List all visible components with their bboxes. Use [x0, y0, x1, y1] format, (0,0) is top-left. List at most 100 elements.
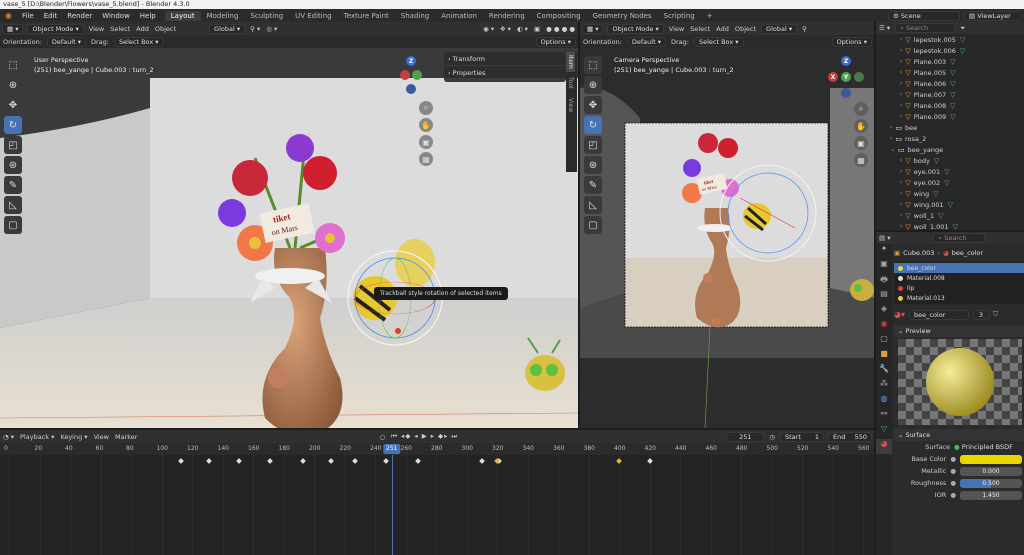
outliner-item[interactable]: › ▽ wing.001 ▽ [876, 199, 1024, 210]
right-nav-gizmo[interactable]: Z X Y [828, 56, 864, 100]
shading-modes-icon[interactable]: ● ● ● ● [546, 25, 575, 33]
orientation-dropdown[interactable]: Default ▾ [46, 36, 86, 47]
menu-view[interactable]: View [89, 25, 104, 33]
modifier-tab-icon[interactable]: 🔧 [876, 364, 892, 379]
menu-select[interactable]: Select [110, 25, 130, 33]
start-frame-field[interactable]: Start 1 [780, 431, 824, 442]
expand-chevron-icon[interactable]: › [900, 58, 902, 65]
expand-chevron-icon[interactable]: › [900, 168, 902, 175]
keyframe[interactable] [414, 458, 421, 464]
blender-logo-icon[interactable]: ◉ [0, 11, 17, 20]
menu-render[interactable]: Render [62, 12, 97, 20]
menu-timeline-view[interactable]: View [94, 433, 109, 441]
keyframe[interactable] [266, 458, 273, 464]
menu-file[interactable]: File [17, 12, 39, 20]
gizmo-x-axis[interactable] [400, 70, 410, 80]
properties-type-icon[interactable]: ▤ ▾ [879, 234, 890, 242]
tab-layout[interactable]: Layout [164, 10, 201, 21]
render-tab-icon[interactable]: ▣ [876, 259, 892, 274]
rotate-tool-icon[interactable]: ↻ [4, 116, 22, 134]
menu-object[interactable]: Object [155, 25, 176, 33]
view-layer-tab-icon[interactable]: ▤ [876, 289, 892, 304]
right-drag-dropdown[interactable]: Select Box ▾ [693, 36, 744, 47]
record-icon[interactable]: ○ [379, 433, 385, 441]
clock-icon[interactable]: ◷ [769, 433, 775, 441]
right-measure-tool-icon[interactable]: ◺ [584, 196, 602, 214]
menu-help[interactable]: Help [135, 12, 161, 20]
outliner-item[interactable]: › ▽ lepestok.006 ▽ [876, 45, 1024, 56]
outliner-item[interactable]: › ▽ woll_1.001 ▽ [876, 221, 1024, 231]
playhead-marker[interactable]: 251 [383, 444, 401, 454]
keyframe[interactable] [478, 458, 485, 464]
transform-tool-icon[interactable]: ⊛ [4, 156, 22, 174]
tab-sculpting[interactable]: Sculpting [244, 11, 289, 21]
pan-hand-icon[interactable]: ✋ [419, 118, 433, 132]
scale-tool-icon[interactable]: ◰ [4, 136, 22, 154]
right-gizmo-x-axis[interactable]: X [828, 72, 838, 82]
constraints-tab-icon[interactable]: ⚯ [876, 409, 892, 424]
right-gizmo-neg-y[interactable] [854, 72, 864, 82]
properties-search[interactable]: ⌕ Search [933, 233, 986, 243]
material-slot[interactable]: Material.008 [894, 273, 1024, 283]
object-tab-icon[interactable]: ■ [876, 349, 892, 364]
scene-tab-icon[interactable]: ◈ [876, 304, 892, 319]
right-menu-view[interactable]: View [669, 25, 684, 33]
outliner-search[interactable]: ⌕ Search [895, 23, 956, 33]
right-add-cube-tool-icon[interactable]: ▢ [584, 216, 602, 234]
end-frame-field[interactable]: End 550 [828, 431, 872, 442]
material-tab-icon[interactable]: ◕ [876, 439, 892, 454]
keyframe[interactable] [646, 458, 653, 464]
visibility-icon[interactable]: ◉ ▾ [483, 25, 494, 33]
preview-panel-header[interactable]: ⌄ Preview [894, 325, 1024, 337]
surface-shader-field[interactable]: ● Principled BSDF [954, 443, 1022, 451]
tab-animation[interactable]: Animation [435, 11, 483, 21]
ior-field[interactable]: 1.450 [960, 490, 1022, 500]
panel-transform[interactable]: › Transform [444, 52, 566, 66]
keyframe[interactable] [327, 458, 334, 464]
collection-tab-icon[interactable]: ▢ [876, 334, 892, 349]
outliner-item[interactable]: › ▽ Plane.007 ▽ [876, 89, 1024, 100]
right-ortho-grid-icon[interactable]: ▦ [854, 153, 868, 167]
outliner-item[interactable]: ⌄ ▭ bee_yange [876, 144, 1024, 155]
right-rotate-tool-icon[interactable]: ↻ [584, 116, 602, 134]
options-button[interactable]: Options ▾ [535, 36, 576, 47]
overlay-icon[interactable]: ◐ ▾ [517, 25, 528, 33]
right-menu-select[interactable]: Select [690, 25, 710, 33]
right-cursor-tool-icon[interactable]: ⊕ [584, 76, 602, 94]
zoom-icon[interactable]: ⌕ [419, 101, 433, 115]
tab-modeling[interactable]: Modeling [201, 11, 245, 21]
add-cube-tool-icon[interactable]: ▢ [4, 216, 22, 234]
camera-view-icon[interactable]: ▣ [419, 135, 433, 149]
right-camera-view-icon[interactable]: ▣ [854, 136, 868, 150]
expand-chevron-icon[interactable]: › [900, 190, 902, 197]
expand-chevron-icon[interactable]: › [900, 212, 902, 219]
outliner-item[interactable]: › ▽ Plane.006 ▽ [876, 78, 1024, 89]
right-transform-tool-icon[interactable]: ⊛ [584, 156, 602, 174]
right-pan-hand-icon[interactable]: ✋ [854, 119, 868, 133]
right-move-tool-icon[interactable]: ✥ [584, 96, 602, 114]
expand-chevron-icon[interactable]: › [900, 91, 902, 98]
add-workspace-button[interactable]: + [701, 11, 719, 21]
physics-tab-icon[interactable]: ◍ [876, 394, 892, 409]
timeline-track-area[interactable] [0, 455, 874, 555]
sidebar-tab-item[interactable]: Item [566, 52, 575, 72]
select-box-tool-icon[interactable]: ⬚ [4, 56, 22, 74]
right-select-tool-icon[interactable]: ⬚ [584, 56, 602, 74]
expand-chevron-icon[interactable]: › [900, 113, 902, 120]
keyframe[interactable] [616, 458, 622, 464]
data-tab-icon[interactable]: ▽ [876, 424, 892, 439]
right-gizmo-z-axis[interactable]: Z [841, 56, 851, 66]
nav-gizmo[interactable]: Z [400, 56, 424, 96]
keyframe[interactable] [352, 458, 359, 464]
outliner-item[interactable]: › ▽ Plane.008 ▽ [876, 100, 1024, 111]
expand-chevron-icon[interactable]: › [900, 102, 902, 109]
expand-chevron-icon[interactable]: › [900, 223, 902, 230]
outliner-item[interactable]: › ▽ eye.001 ▽ [876, 166, 1024, 177]
gizmo-z-axis[interactable]: Z [406, 56, 416, 66]
tab-geometry-nodes[interactable]: Geometry Nodes [587, 11, 658, 21]
keyframe[interactable] [205, 458, 212, 464]
expand-chevron-icon[interactable]: › [890, 124, 892, 131]
measure-tool-icon[interactable]: ◺ [4, 196, 22, 214]
right-menu-object[interactable]: Object [735, 25, 756, 33]
keyframe[interactable] [178, 458, 185, 464]
